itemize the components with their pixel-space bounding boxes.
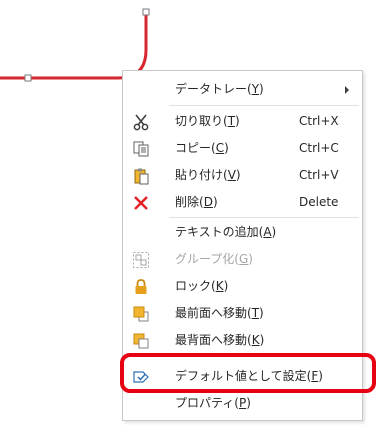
menu-item-label: ロック(K) — [175, 279, 229, 293]
menu-item-label: 削除(D) — [175, 195, 218, 209]
group-icon — [131, 250, 151, 270]
menu-item-copy[interactable]: コピー(C) Ctrl+C — [123, 135, 362, 162]
lock-icon — [131, 277, 151, 297]
bring-to-front-icon — [131, 304, 151, 324]
menu-item-shortcut: Ctrl+X — [299, 114, 339, 128]
menu-item-label: コピー(C) — [175, 141, 229, 155]
menu-separator — [169, 105, 359, 106]
menu-item-send-to-back[interactable]: 最背面へ移動(K) — [123, 327, 362, 354]
connector-handle-top — [142, 8, 150, 16]
paste-icon — [131, 166, 151, 186]
scissors-icon — [131, 112, 151, 132]
menu-item-bring-to-front[interactable]: 最前面へ移動(T) — [123, 300, 362, 327]
menu-item-shortcut: Ctrl+C — [299, 141, 339, 155]
menu-item-properties[interactable]: プロパティ(P) — [123, 390, 362, 417]
menu-item-label: プロパティ(P) — [175, 396, 251, 410]
canvas: データトレー(Y) 切り取り(T) Ctrl+X コピー(C) Ctrl+C 貼… — [0, 0, 386, 429]
menu-item-label: 貼り付け(V) — [175, 168, 241, 182]
menu-item-label: データトレー(Y) — [175, 82, 264, 96]
menu-item-label: 最背面へ移動(K) — [175, 333, 265, 347]
highlight-box — [120, 353, 376, 393]
menu-item-label: グループ化(G) — [175, 252, 253, 266]
menu-item-group[interactable]: グループ化(G) — [123, 246, 362, 273]
menu-item-shortcut: Delete — [299, 195, 339, 209]
menu-item-data-tray[interactable]: データトレー(Y) — [123, 76, 362, 103]
submenu-arrow-icon — [345, 86, 349, 94]
send-to-back-icon — [131, 331, 151, 351]
menu-item-label: 切り取り(T) — [175, 114, 240, 128]
menu-item-label: テキストの追加(A) — [175, 225, 277, 239]
menu-item-label: 最前面へ移動(T) — [175, 306, 264, 320]
menu-item-paste[interactable]: 貼り付け(V) Ctrl+V — [123, 162, 362, 189]
menu-item-shortcut: Ctrl+V — [299, 168, 339, 182]
delete-icon — [131, 193, 151, 213]
menu-item-lock[interactable]: ロック(K) — [123, 273, 362, 300]
menu-item-cut[interactable]: 切り取り(T) Ctrl+X — [123, 108, 362, 135]
menu-item-delete[interactable]: 削除(D) Delete — [123, 189, 362, 216]
connector-handle-left — [24, 74, 32, 82]
menu-separator — [169, 217, 359, 218]
copy-icon — [131, 139, 151, 159]
menu-item-add-text[interactable]: テキストの追加(A) — [123, 219, 362, 246]
